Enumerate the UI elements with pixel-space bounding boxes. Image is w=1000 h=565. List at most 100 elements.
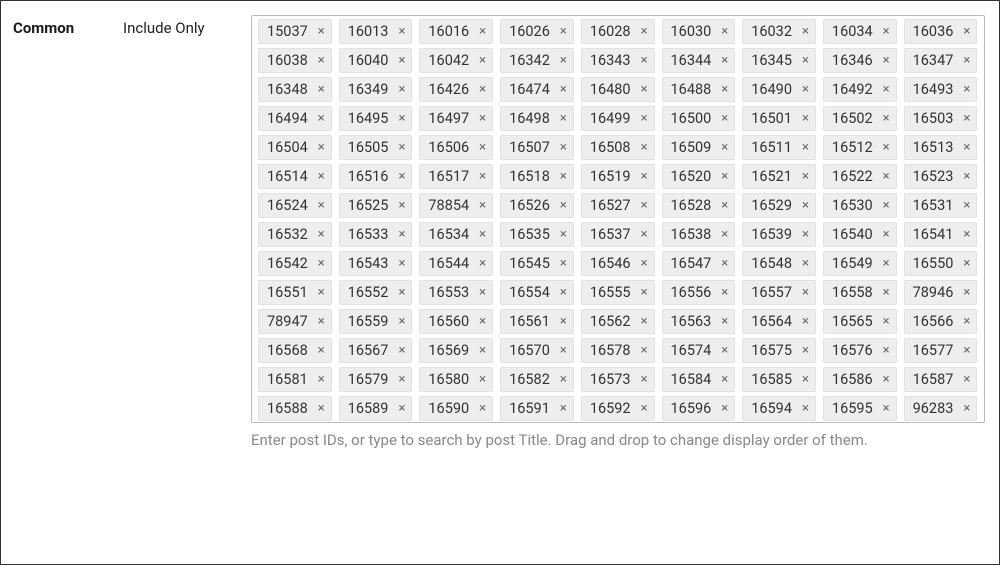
tag-item[interactable]: 16549× bbox=[823, 251, 897, 276]
tag-item[interactable]: 16581× bbox=[258, 367, 332, 392]
tag-item[interactable]: 16569× bbox=[419, 338, 493, 363]
remove-tag-icon[interactable]: × bbox=[318, 344, 325, 357]
remove-tag-icon[interactable]: × bbox=[963, 257, 970, 270]
tag-item[interactable]: 16518× bbox=[500, 164, 574, 189]
tag-item[interactable]: 16576× bbox=[823, 338, 897, 363]
tag-item[interactable]: 16585× bbox=[742, 367, 816, 392]
tag-item[interactable]: 16502× bbox=[823, 106, 897, 131]
remove-tag-icon[interactable]: × bbox=[560, 402, 567, 415]
remove-tag-icon[interactable]: × bbox=[721, 141, 728, 154]
tag-item[interactable]: 16497× bbox=[419, 106, 493, 131]
remove-tag-icon[interactable]: × bbox=[398, 83, 405, 96]
tag-item[interactable]: 16564× bbox=[742, 309, 816, 334]
tag-item[interactable]: 16507× bbox=[500, 135, 574, 160]
remove-tag-icon[interactable]: × bbox=[479, 170, 486, 183]
tag-item[interactable]: 16474× bbox=[500, 77, 574, 102]
tag-item[interactable]: 16036× bbox=[904, 19, 978, 44]
tag-item[interactable]: 16586× bbox=[823, 367, 897, 392]
remove-tag-icon[interactable]: × bbox=[641, 315, 648, 328]
remove-tag-icon[interactable]: × bbox=[883, 25, 890, 38]
remove-tag-icon[interactable]: × bbox=[641, 344, 648, 357]
remove-tag-icon[interactable]: × bbox=[721, 286, 728, 299]
remove-tag-icon[interactable]: × bbox=[963, 228, 970, 241]
tag-item[interactable]: 16575× bbox=[742, 338, 816, 363]
remove-tag-icon[interactable]: × bbox=[479, 315, 486, 328]
tag-item[interactable]: 16551× bbox=[258, 280, 332, 305]
remove-tag-icon[interactable]: × bbox=[963, 344, 970, 357]
remove-tag-icon[interactable]: × bbox=[479, 112, 486, 125]
tag-item[interactable]: 16552× bbox=[339, 280, 413, 305]
remove-tag-icon[interactable]: × bbox=[802, 286, 809, 299]
tag-item[interactable]: 16522× bbox=[823, 164, 897, 189]
remove-tag-icon[interactable]: × bbox=[318, 228, 325, 241]
remove-tag-icon[interactable]: × bbox=[398, 199, 405, 212]
tag-item[interactable]: 96283× bbox=[904, 396, 978, 421]
remove-tag-icon[interactable]: × bbox=[721, 315, 728, 328]
remove-tag-icon[interactable]: × bbox=[479, 199, 486, 212]
remove-tag-icon[interactable]: × bbox=[963, 83, 970, 96]
remove-tag-icon[interactable]: × bbox=[721, 344, 728, 357]
tag-item[interactable]: 16490× bbox=[742, 77, 816, 102]
remove-tag-icon[interactable]: × bbox=[802, 199, 809, 212]
remove-tag-icon[interactable]: × bbox=[398, 112, 405, 125]
remove-tag-icon[interactable]: × bbox=[318, 54, 325, 67]
tag-item[interactable]: 16511× bbox=[742, 135, 816, 160]
tag-item[interactable]: 16538× bbox=[662, 222, 736, 247]
remove-tag-icon[interactable]: × bbox=[641, 402, 648, 415]
tag-item[interactable]: 16591× bbox=[500, 396, 574, 421]
tag-item[interactable]: 15037× bbox=[258, 19, 332, 44]
remove-tag-icon[interactable]: × bbox=[398, 25, 405, 38]
remove-tag-icon[interactable]: × bbox=[721, 112, 728, 125]
remove-tag-icon[interactable]: × bbox=[721, 83, 728, 96]
tag-item[interactable]: 16557× bbox=[742, 280, 816, 305]
remove-tag-icon[interactable]: × bbox=[560, 25, 567, 38]
tag-item[interactable]: 16596× bbox=[662, 396, 736, 421]
tag-item[interactable]: 16506× bbox=[419, 135, 493, 160]
remove-tag-icon[interactable]: × bbox=[479, 141, 486, 154]
tag-item[interactable]: 16540× bbox=[823, 222, 897, 247]
tag-item[interactable]: 16344× bbox=[662, 48, 736, 73]
remove-tag-icon[interactable]: × bbox=[883, 83, 890, 96]
remove-tag-icon[interactable]: × bbox=[721, 257, 728, 270]
tag-item[interactable]: 16026× bbox=[500, 19, 574, 44]
remove-tag-icon[interactable]: × bbox=[318, 199, 325, 212]
remove-tag-icon[interactable]: × bbox=[641, 54, 648, 67]
tag-item[interactable]: 16349× bbox=[339, 77, 413, 102]
tag-item[interactable]: 16517× bbox=[419, 164, 493, 189]
tag-item[interactable]: 16590× bbox=[419, 396, 493, 421]
remove-tag-icon[interactable]: × bbox=[721, 402, 728, 415]
remove-tag-icon[interactable]: × bbox=[560, 315, 567, 328]
tag-item[interactable]: 16560× bbox=[419, 309, 493, 334]
remove-tag-icon[interactable]: × bbox=[398, 402, 405, 415]
remove-tag-icon[interactable]: × bbox=[560, 286, 567, 299]
tag-item[interactable]: 16480× bbox=[581, 77, 655, 102]
remove-tag-icon[interactable]: × bbox=[318, 141, 325, 154]
tag-item[interactable]: 16558× bbox=[823, 280, 897, 305]
remove-tag-icon[interactable]: × bbox=[641, 257, 648, 270]
remove-tag-icon[interactable]: × bbox=[641, 112, 648, 125]
remove-tag-icon[interactable]: × bbox=[398, 286, 405, 299]
remove-tag-icon[interactable]: × bbox=[318, 83, 325, 96]
tag-item[interactable]: 16013× bbox=[339, 19, 413, 44]
remove-tag-icon[interactable]: × bbox=[883, 373, 890, 386]
remove-tag-icon[interactable]: × bbox=[802, 112, 809, 125]
tag-item[interactable]: 16559× bbox=[339, 309, 413, 334]
remove-tag-icon[interactable]: × bbox=[883, 257, 890, 270]
tag-item[interactable]: 16016× bbox=[419, 19, 493, 44]
remove-tag-icon[interactable]: × bbox=[802, 54, 809, 67]
tag-item[interactable]: 16580× bbox=[419, 367, 493, 392]
remove-tag-icon[interactable]: × bbox=[963, 286, 970, 299]
remove-tag-icon[interactable]: × bbox=[560, 344, 567, 357]
remove-tag-icon[interactable]: × bbox=[479, 228, 486, 241]
tag-item[interactable]: 16567× bbox=[339, 338, 413, 363]
tag-item[interactable]: 16504× bbox=[258, 135, 332, 160]
remove-tag-icon[interactable]: × bbox=[479, 83, 486, 96]
remove-tag-icon[interactable]: × bbox=[641, 286, 648, 299]
remove-tag-icon[interactable]: × bbox=[802, 25, 809, 38]
tag-item[interactable]: 16348× bbox=[258, 77, 332, 102]
remove-tag-icon[interactable]: × bbox=[802, 344, 809, 357]
tag-item[interactable]: 16501× bbox=[742, 106, 816, 131]
remove-tag-icon[interactable]: × bbox=[963, 373, 970, 386]
remove-tag-icon[interactable]: × bbox=[802, 402, 809, 415]
remove-tag-icon[interactable]: × bbox=[721, 228, 728, 241]
